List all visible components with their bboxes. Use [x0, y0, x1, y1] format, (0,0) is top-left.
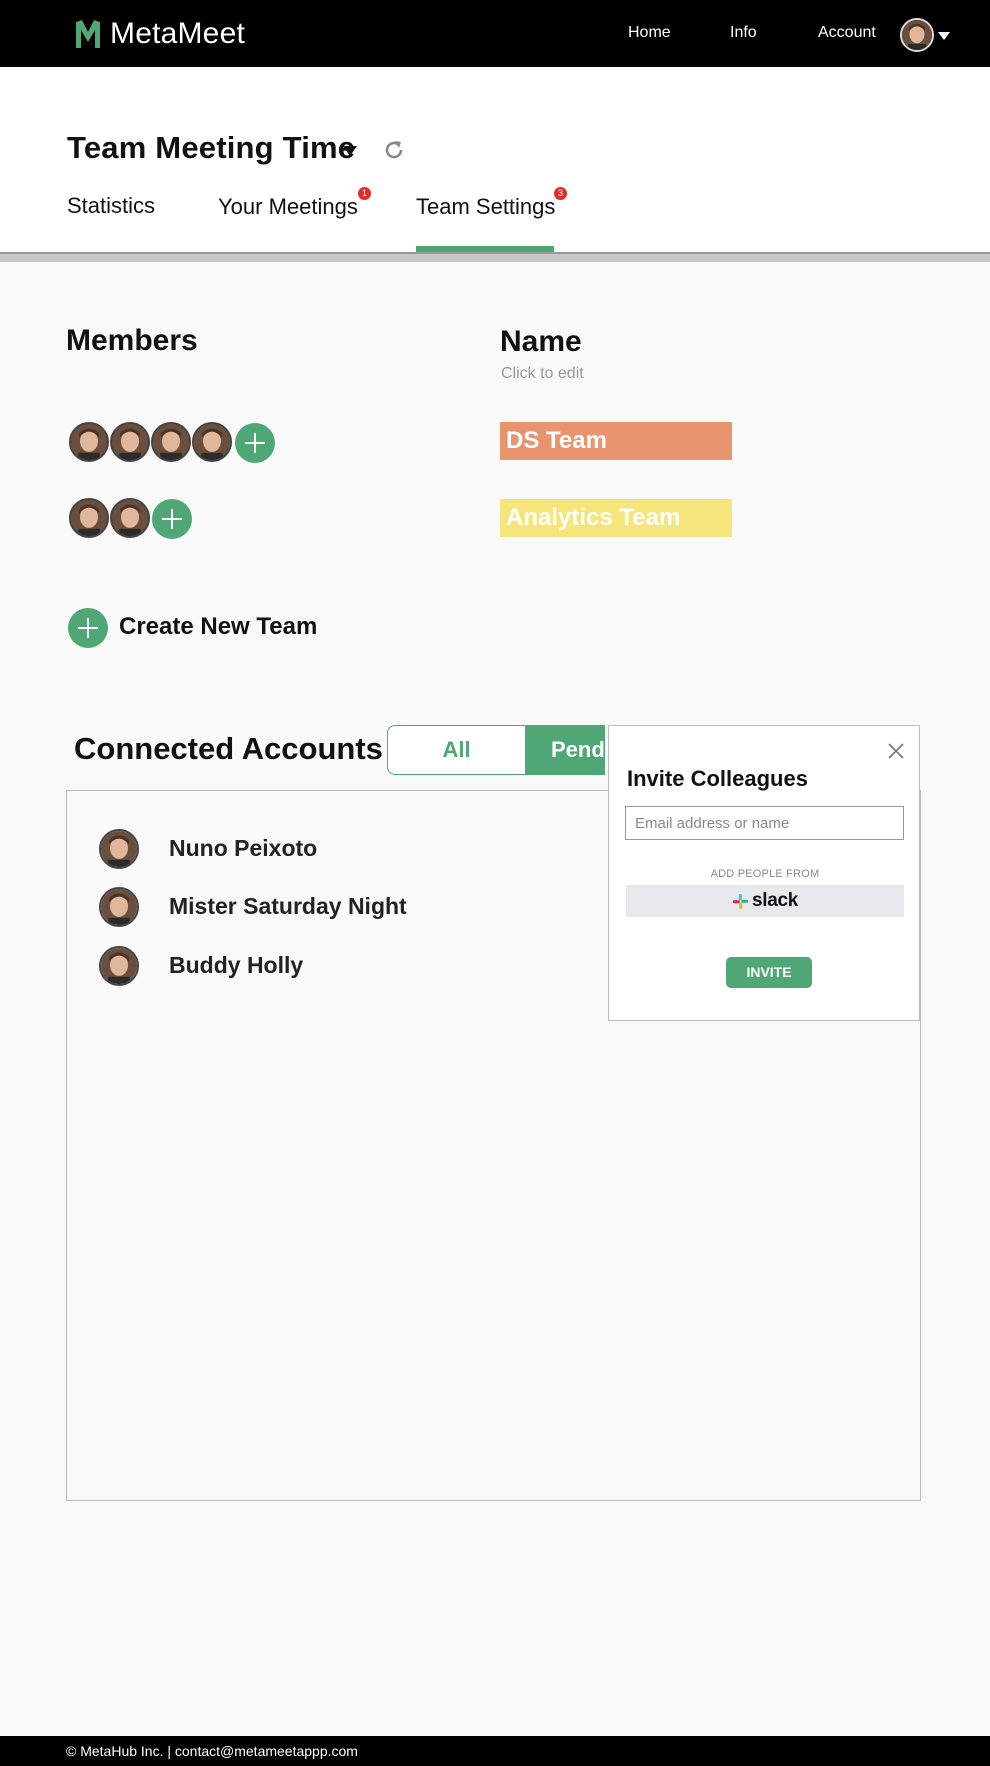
filter-all-button[interactable]: All: [387, 725, 525, 775]
nav-account-link[interactable]: Account: [818, 24, 876, 42]
tab-team-settings[interactable]: Team Settings: [416, 194, 555, 220]
page-title: Team Meeting Time: [67, 130, 356, 165]
account-name: Nuno Peixoto: [169, 835, 318, 861]
member-avatar[interactable]: [110, 498, 150, 538]
metameet-logo-icon: [76, 20, 100, 48]
your-meetings-badge: 1: [358, 187, 371, 200]
members-heading: Members: [66, 324, 198, 357]
nav-home-link[interactable]: Home: [628, 24, 671, 42]
member-avatar[interactable]: [192, 422, 232, 462]
close-icon[interactable]: [887, 742, 905, 760]
add-people-from-label: ADD PEOPLE FROM: [710, 868, 820, 880]
team-name-ds[interactable]: DS Team: [500, 422, 732, 460]
tab-your-meetings[interactable]: Your Meetings: [218, 194, 358, 220]
invite-button[interactable]: INVITE: [726, 957, 812, 988]
user-avatar[interactable]: [900, 18, 934, 52]
name-heading: Name: [500, 325, 582, 358]
popup-title: Invite Colleagues: [627, 766, 808, 791]
invite-email-input[interactable]: [625, 806, 904, 840]
user-menu-chevron-down-icon[interactable]: [938, 32, 950, 40]
refresh-icon[interactable]: [382, 138, 406, 162]
brand[interactable]: MetaMeet: [74, 17, 245, 51]
list-item[interactable]: Buddy Holly: [67, 944, 567, 988]
slack-label: slack: [751, 890, 799, 911]
add-member-button[interactable]: [235, 423, 275, 463]
footer-text: © MetaHub Inc. | contact@metameetappp.co…: [66, 1743, 358, 1759]
member-avatar[interactable]: [69, 498, 109, 538]
invite-colleagues-popup: Invite Colleagues ADD PEOPLE FROM slack …: [608, 725, 920, 1021]
account-name: Mister Saturday Night: [169, 893, 407, 919]
filter-pending-button[interactable]: Pending: [525, 725, 605, 775]
member-avatar[interactable]: [110, 422, 150, 462]
tab-statistics[interactable]: Statistics: [67, 193, 155, 219]
footer: © MetaHub Inc. | contact@metameetappp.co…: [0, 1736, 990, 1766]
connected-accounts-heading: Connected Accounts: [74, 731, 383, 766]
active-tab-indicator: [416, 246, 554, 252]
top-navbar: MetaMeet Home Info Account: [0, 0, 990, 67]
member-avatar[interactable]: [69, 422, 109, 462]
create-team-add-icon[interactable]: [68, 608, 108, 648]
name-edit-hint: Click to edit: [501, 365, 584, 382]
account-name: Buddy Holly: [169, 952, 304, 978]
account-avatar: [99, 829, 139, 869]
user-face-icon: [902, 20, 932, 50]
team-name-analytics[interactable]: Analytics Team: [500, 499, 732, 537]
add-member-button[interactable]: [152, 499, 192, 539]
create-new-team-button[interactable]: Create New Team: [119, 613, 317, 641]
brand-name: MetaMeet: [110, 17, 245, 50]
list-item[interactable]: Nuno Peixoto: [67, 827, 567, 871]
team-settings-badge: 3: [554, 187, 567, 200]
list-item[interactable]: Mister Saturday Night: [67, 885, 567, 929]
header-divider: [0, 252, 990, 262]
slack-logo-icon: [732, 893, 749, 909]
slack-import-button[interactable]: slack: [626, 885, 904, 917]
member-avatar[interactable]: [151, 422, 191, 462]
title-dropdown-chevron-down-icon[interactable]: [343, 146, 357, 156]
account-avatar: [99, 887, 139, 927]
nav-info-link[interactable]: Info: [730, 24, 757, 42]
account-avatar: [99, 946, 139, 986]
